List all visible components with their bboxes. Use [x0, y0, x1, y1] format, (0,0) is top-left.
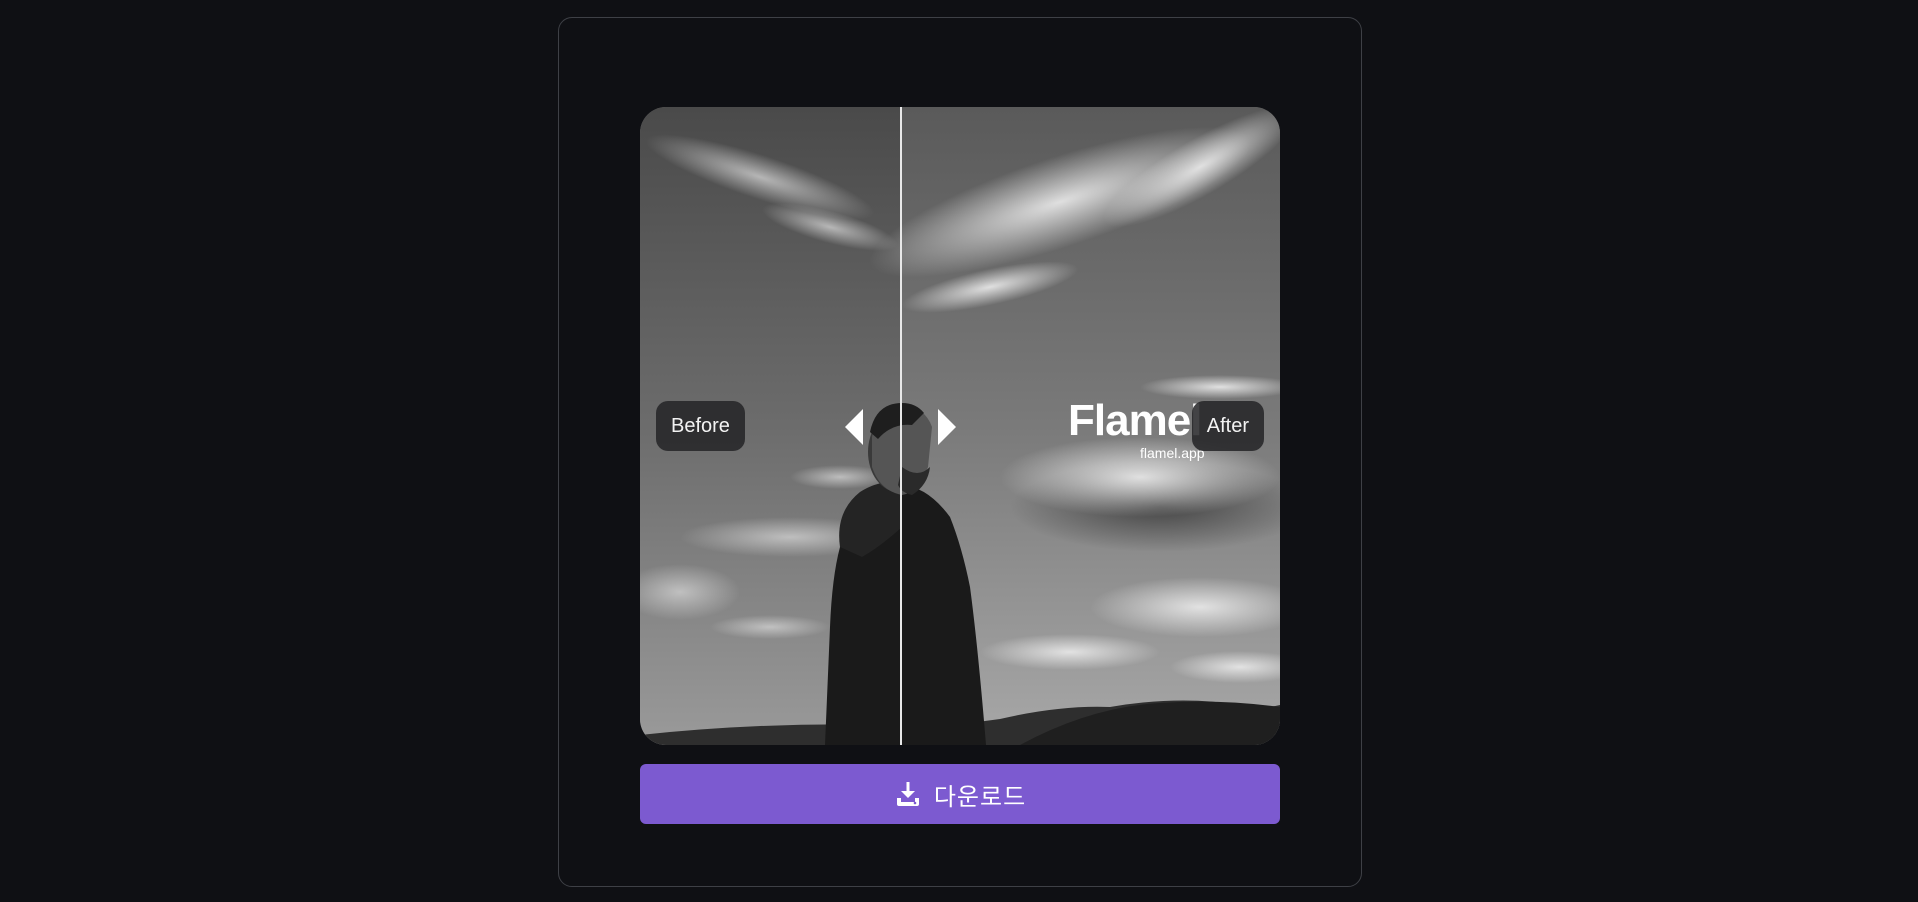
download-button-label: 다운로드 [933, 782, 1027, 811]
handle-right-arrow-icon[interactable] [936, 409, 956, 445]
handle-left-arrow-icon[interactable] [845, 409, 865, 445]
before-after-comparison[interactable]: Flamel flamel.app Before After [640, 107, 1280, 745]
before-label: Before [656, 401, 745, 451]
comparison-divider[interactable] [900, 107, 902, 745]
after-label: After [1191, 401, 1264, 451]
download-icon [896, 782, 919, 806]
download-button[interactable]: 다운로드 [640, 764, 1280, 824]
watermark-title: Flamel [1068, 396, 1202, 445]
